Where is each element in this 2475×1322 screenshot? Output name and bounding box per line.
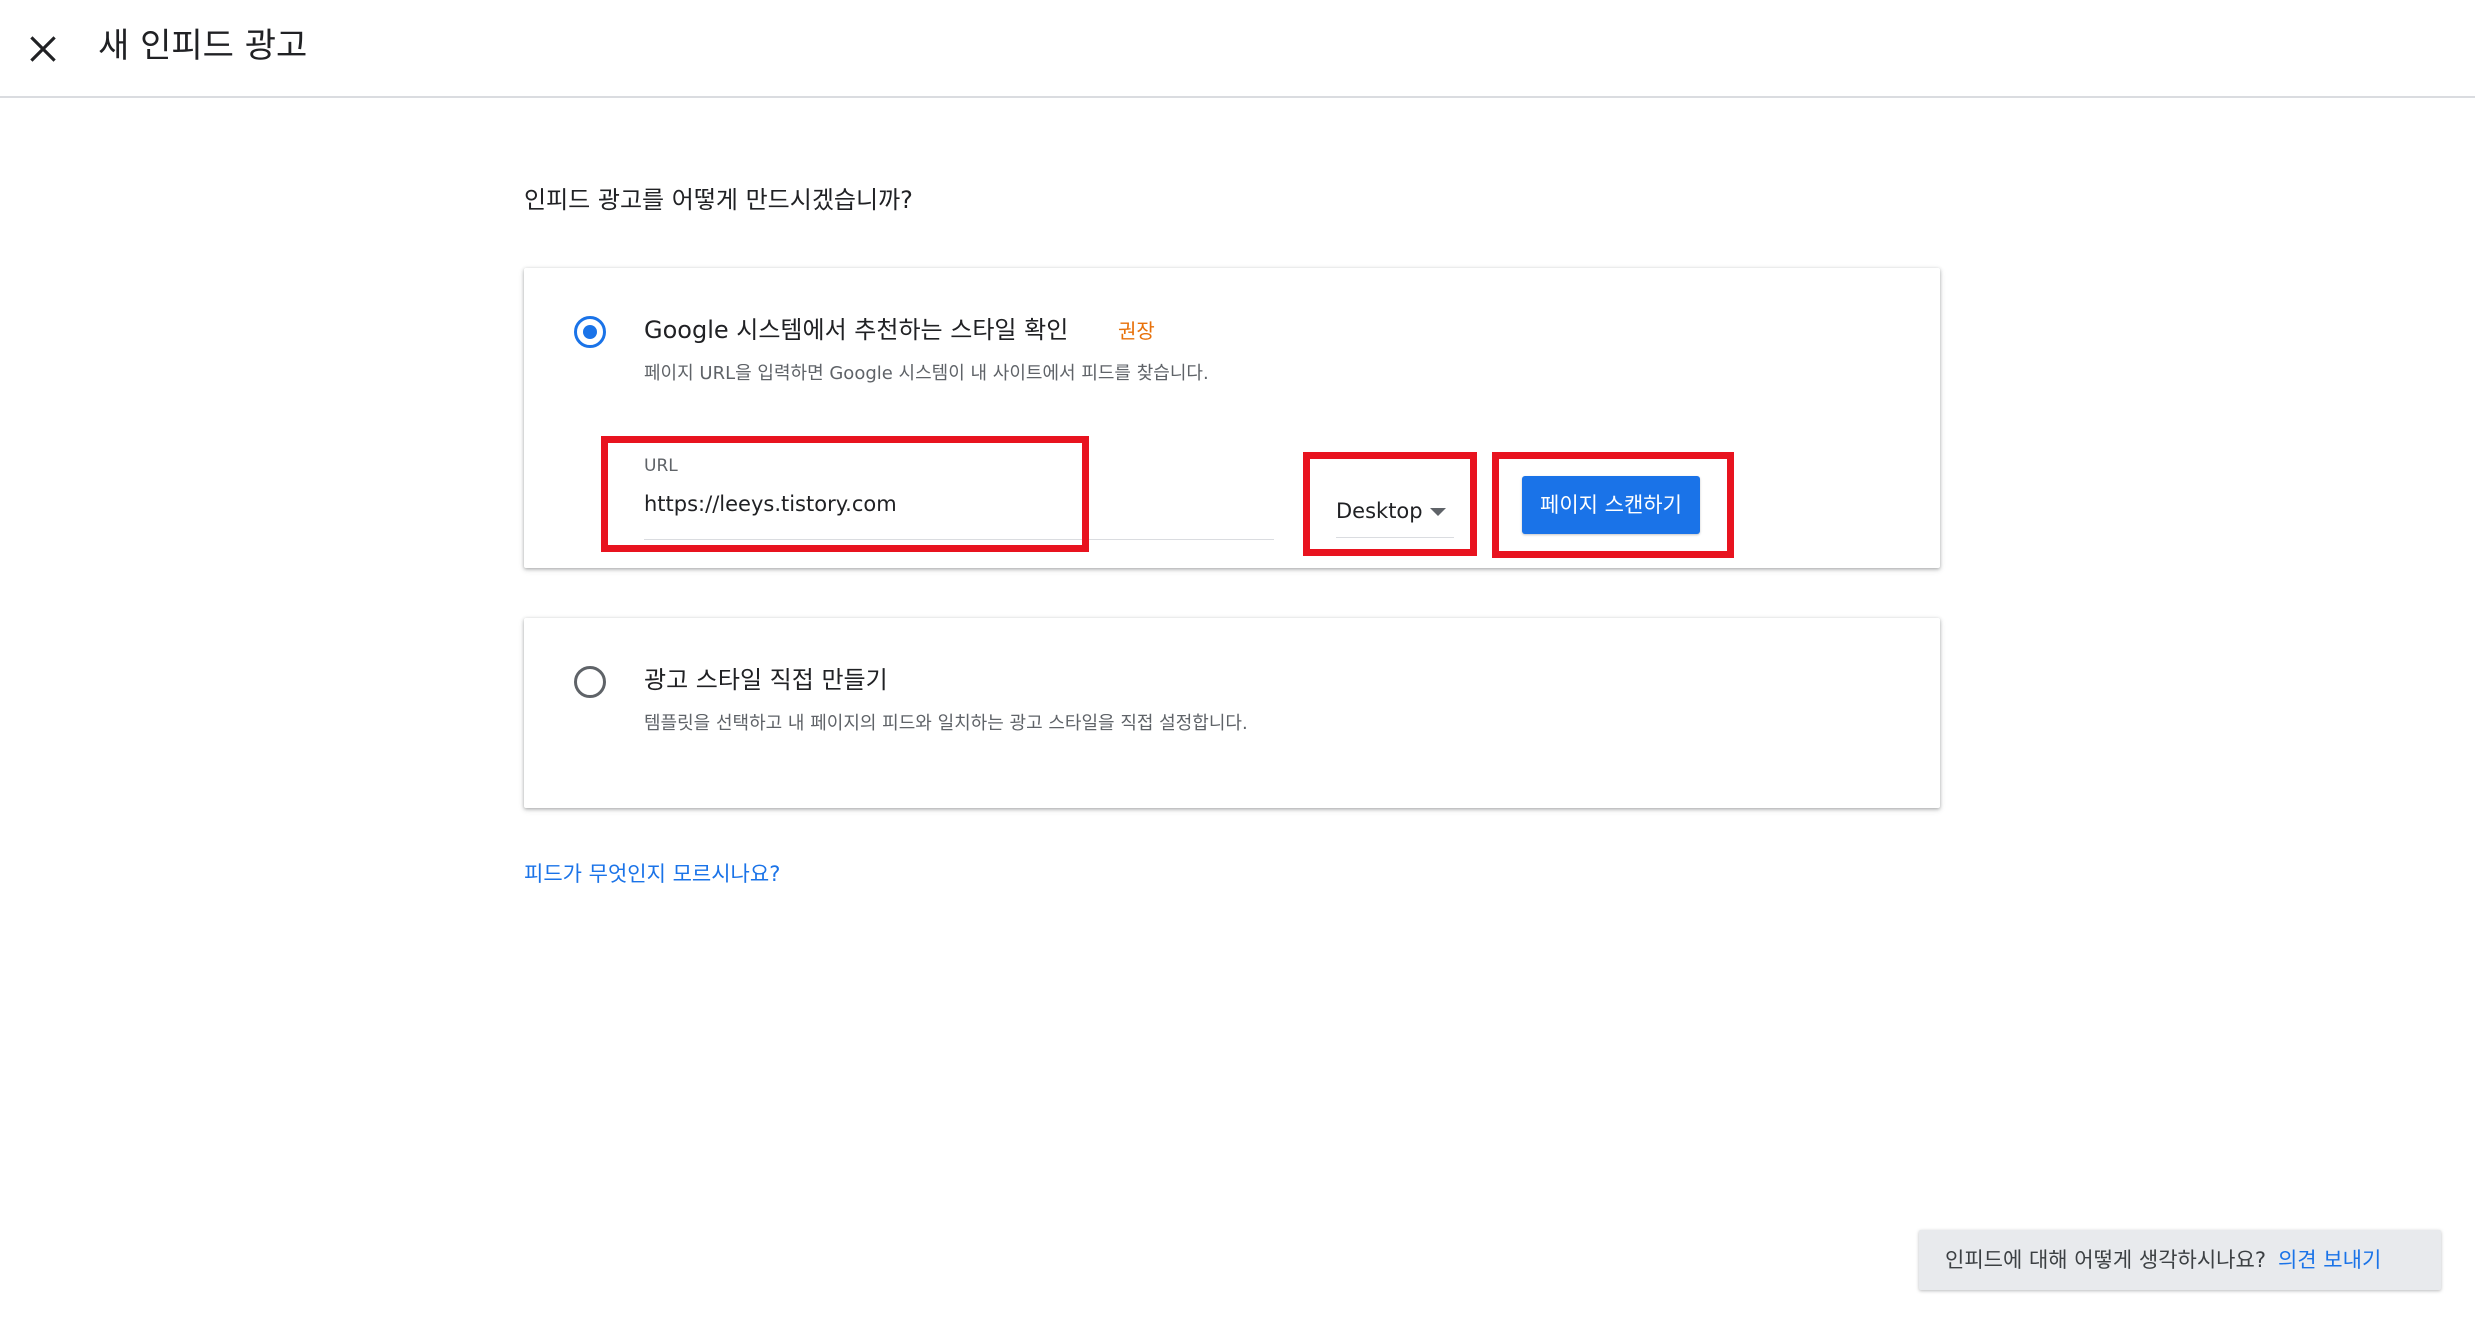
url-field[interactable]: URL	[644, 454, 1274, 540]
what-is-feed-link[interactable]: 피드가 무엇인지 모르시나요?	[524, 858, 780, 890]
feedback-question: 인피드에 대해 어떻게 생각하시나요?	[1945, 1248, 2266, 1272]
device-select-value: Desktop	[1336, 499, 1423, 523]
feedback-bar: 인피드에 대해 어떻게 생각하시나요? 의견 보내기	[1919, 1230, 2441, 1290]
option-title-manual-style: 광고 스타일 직접 만들기	[644, 666, 888, 694]
recommended-badge: 권장	[1118, 319, 1155, 343]
creation-question: 인피드 광고를 어떻게 만드시겠습니까?	[524, 186, 913, 214]
radio-google-recommended[interactable]	[574, 316, 606, 348]
option-title-google-recommended: Google 시스템에서 추천하는 스타일 확인	[644, 316, 1069, 344]
option-card-manual-style[interactable]: 광고 스타일 직접 만들기 템플릿을 선택하고 내 페이지의 피드와 일치하는 …	[524, 618, 1940, 808]
scan-page-button[interactable]: 페이지 스캔하기	[1522, 476, 1700, 534]
top-bar: 새 인피드 광고	[0, 0, 2475, 98]
url-label: URL	[644, 456, 678, 476]
send-feedback-link[interactable]: 의견 보내기	[2278, 1248, 2381, 1272]
option-description-google-recommended: 페이지 URL을 입력하면 Google 시스템이 내 사이트에서 피드를 찾습…	[644, 363, 1209, 384]
option-card-google-recommended[interactable]: Google 시스템에서 추천하는 스타일 확인 권장 페이지 URL을 입력하…	[524, 268, 1940, 568]
dropdown-arrow-icon	[1430, 508, 1446, 516]
close-icon	[30, 36, 56, 62]
device-select[interactable]: Desktop	[1336, 484, 1454, 538]
option-description-manual-style: 템플릿을 선택하고 내 페이지의 피드와 일치하는 광고 스타일을 직접 설정합…	[644, 713, 1248, 734]
page-title: 새 인피드 광고	[98, 26, 308, 66]
radio-manual-style[interactable]	[574, 666, 606, 698]
url-input[interactable]	[644, 484, 1244, 524]
close-button[interactable]	[22, 28, 64, 70]
